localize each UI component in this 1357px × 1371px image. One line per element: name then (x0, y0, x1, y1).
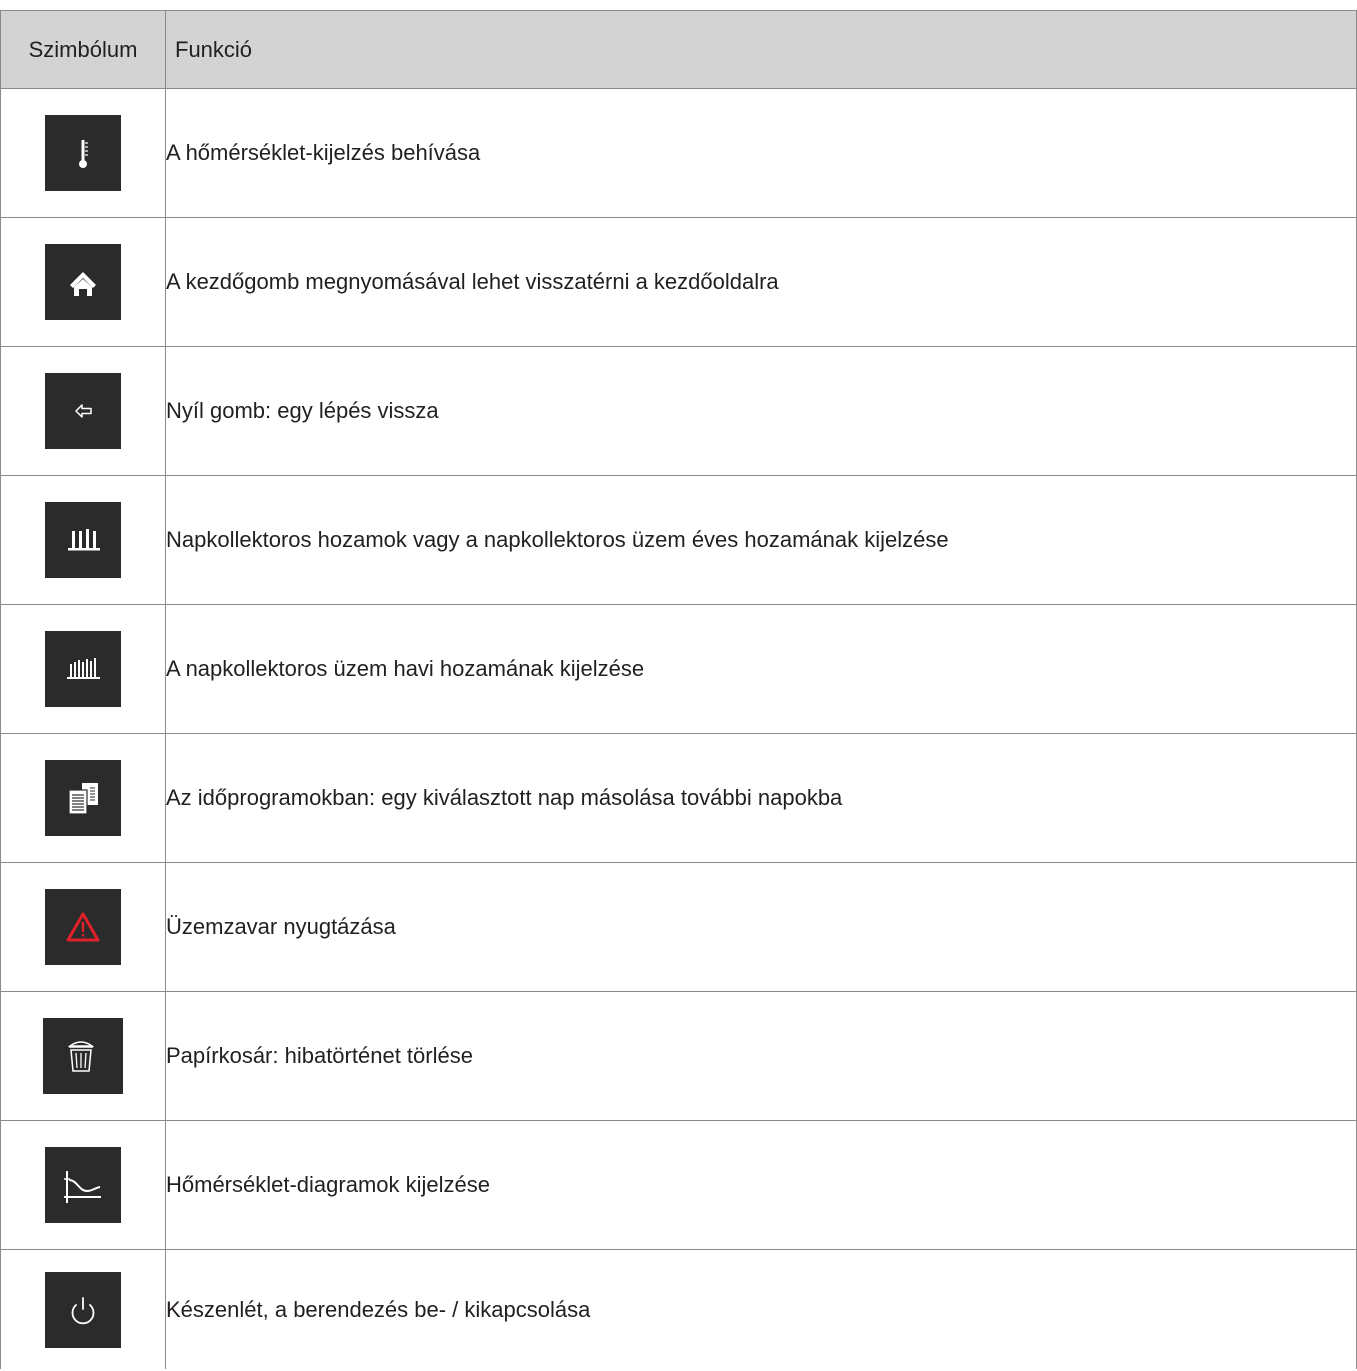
table-row: Papírkosár: hibatörténet törlése (0, 991, 1357, 1121)
function-text: Hőmérséklet-diagramok kijelzése (165, 1120, 1357, 1250)
function-text: A hőmérséklet-kijelzés behívása (165, 88, 1357, 218)
table-row: Az időprogramokban: egy kiválasztott nap… (0, 733, 1357, 863)
function-text: Papírkosár: hibatörténet törlése (165, 991, 1357, 1121)
arrow-left-icon (45, 373, 121, 449)
function-text: A kezdőgomb megnyomásával lehet visszaté… (165, 217, 1357, 347)
function-text: A napkollektoros üzem havi hozamának kij… (165, 604, 1357, 734)
header-function: Funkció (165, 10, 1357, 89)
table-row: Hőmérséklet-diagramok kijelzése (0, 1120, 1357, 1250)
table-row: A hőmérséklet-kijelzés behívása (0, 88, 1357, 218)
table-row: A kezdőgomb megnyomásával lehet visszaté… (0, 217, 1357, 347)
temperature-chart-icon (45, 1147, 121, 1223)
symbol-table: Szimbólum Funkció A hőmérséklet-kijelzés (0, 10, 1357, 1369)
function-text: Nyíl gomb: egy lépés vissza (165, 346, 1357, 476)
trash-icon (43, 1018, 123, 1094)
table-header-row: Szimbólum Funkció (0, 10, 1357, 89)
table-row: A napkollektoros üzem havi hozamának kij… (0, 604, 1357, 734)
power-icon (45, 1271, 121, 1348)
function-text: Napkollektoros hozamok vagy a napkollekt… (165, 475, 1357, 605)
copy-icon (45, 760, 121, 836)
thermometer-icon (45, 115, 121, 191)
table-row: Nyíl gomb: egy lépés vissza (0, 346, 1357, 476)
table-row: Üzemzavar nyugtázása (0, 862, 1357, 992)
table-row: Készenlét, a berendezés be- / kikapcsolá… (0, 1249, 1357, 1369)
table-row: Napkollektoros hozamok vagy a napkollekt… (0, 475, 1357, 605)
warning-icon (45, 889, 121, 965)
home-icon (45, 244, 121, 320)
header-symbol: Szimbólum (0, 10, 166, 89)
monthly-bars-icon (45, 631, 121, 707)
function-text: Üzemzavar nyugtázása (165, 862, 1357, 992)
function-text: Az időprogramokban: egy kiválasztott nap… (165, 733, 1357, 863)
function-text: Készenlét, a berendezés be- / kikapcsolá… (165, 1249, 1357, 1369)
yearly-bars-icon (45, 502, 121, 578)
